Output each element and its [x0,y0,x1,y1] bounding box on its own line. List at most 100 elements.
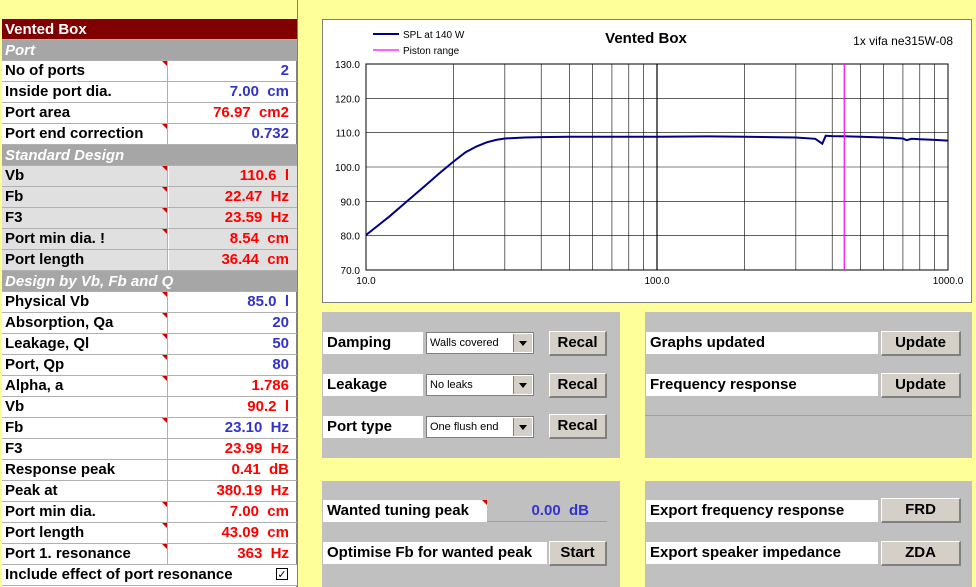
comment-marker [162,61,167,66]
row-label: Absorption, Qa [2,313,168,333]
table-row: Alpha, a 1.786 [2,376,297,397]
row-value[interactable]: 20 [169,313,297,333]
graphs-update-button[interactable]: Update [881,331,961,356]
table-row: Port end correction 0.732 [2,124,297,145]
comment-marker [162,544,167,549]
table-row: Port min dia. ! 8.54 cm [2,229,297,250]
chevron-down-icon[interactable] [513,418,532,436]
header-divider [297,0,298,587]
row-label: Port min dia. ! [2,229,168,249]
section-header: Design by Vb, Fb and Q [2,271,297,292]
row-value[interactable]: 110.6 l [169,166,297,186]
damping-select[interactable]: Walls covered [426,332,534,354]
row-value[interactable]: 0.41 dB [169,460,297,480]
port-resonance-checkbox[interactable]: ✓ [276,568,288,581]
table-title: Vented Box [2,19,297,40]
chevron-down-icon[interactable] [513,334,532,352]
row-label-text: Include effect of port resonance [5,566,233,583]
port-type-recal-button[interactable]: Recal [549,414,607,439]
damping-value: Walls covered [430,337,499,349]
row-value[interactable]: 90.2 l [169,397,297,417]
comment-marker [162,313,167,318]
row-value[interactable]: 23.10 Hz [169,418,297,438]
row-label: Include effect of port resonance [2,565,297,585]
table-row: Port min dia. 7.00 cm [2,502,297,523]
row-label: Physical Vb [2,292,168,312]
row-value[interactable]: 85.0 l [169,292,297,312]
row-label: Inside port dia. [2,82,168,102]
row-value[interactable]: 380.19 Hz [169,481,297,501]
row-value[interactable]: 2 [169,61,297,81]
comment-marker [162,376,167,381]
comment-marker [162,334,167,339]
table-row: Fb 22.47 Hz [2,187,297,208]
table-row: Inside port dia. 7.00 cm [2,82,297,103]
row-value[interactable]: 43.09 cm [169,523,297,543]
table-row: F3 23.99 Hz [2,439,297,460]
damping-label: Damping [323,332,423,354]
row-label: Port end correction [2,124,168,144]
leakage-select[interactable]: No leaks [426,374,534,396]
row-label-text: Vb [5,398,25,415]
row-value[interactable]: 7.00 cm [169,82,297,102]
export-frd-label: Export frequency response [646,500,878,522]
port-type-value: One flush end [430,421,499,433]
section-header: Port [2,40,297,61]
row-value[interactable]: 363 Hz [169,544,297,564]
row-label: Alpha, a [2,376,168,396]
y-tick-label: 130.0 [335,60,360,71]
y-tick-label: 80.0 [341,232,361,243]
row-label-text: Port min dia. [5,503,96,520]
table-row: Port area 76.97 cm2 [2,103,297,124]
zda-button[interactable]: ZDA [881,541,961,566]
x-tick-label: 1000.0 [933,276,964,287]
row-label: Port, Qp [2,355,168,375]
wanted-tuning-field[interactable]: 0.00 dB [487,500,607,522]
row-label-text: Alpha, a [5,377,64,394]
leakage-value: No leaks [430,379,473,391]
table-row: Port length 43.09 cm [2,523,297,544]
frequency-update-button[interactable]: Update [881,373,961,398]
row-label-text: Fb [5,419,24,436]
row-label: Response peak [2,460,168,480]
optimise-fb-label: Optimise Fb for wanted peak [323,542,547,564]
row-label: Port 1. resonance [2,544,168,564]
comment-marker [162,502,167,507]
row-value[interactable]: 7.00 cm [169,502,297,522]
row-value[interactable]: 23.99 Hz [169,439,297,459]
row-value[interactable]: 80 [169,355,297,375]
table-row: Vb 110.6 l [2,166,297,187]
row-value[interactable]: 22.47 Hz [169,187,297,207]
row-value[interactable]: 50 [169,334,297,354]
row-label: Vb [2,166,168,186]
frd-button[interactable]: FRD [881,498,961,523]
row-value[interactable]: 23.59 Hz [169,208,297,228]
row-label-text: Port length [5,524,85,541]
table-row: No of ports 2 [2,61,297,82]
row-label: F3 [2,439,168,459]
row-label-text: Port min dia. ! [5,230,106,247]
table-row: Port 1. resonance 363 Hz [2,544,297,565]
row-value[interactable]: 1.786 [169,376,297,396]
chevron-down-icon[interactable] [513,376,532,394]
row-value[interactable]: 36.44 cm [169,250,297,270]
row-label-text: Leakage, Ql [5,335,90,352]
row-label: Port length [2,250,168,270]
row-value[interactable]: 8.54 cm [169,229,297,249]
row-label: Port min dia. [2,502,168,522]
design-table: Vented Box Port No of ports 2 Inside port di… [2,19,297,587]
row-value[interactable]: 0.732 [169,124,297,144]
damping-recal-button[interactable]: Recal [549,331,607,356]
leakage-recal-button[interactable]: Recal [549,373,607,398]
start-button[interactable]: Start [549,541,607,566]
table-row: Response peak 0.41 dB [2,460,297,481]
row-label: Peak at [2,481,168,501]
y-tick-label: 100.0 [335,163,360,174]
wanted-tuning-label: Wanted tuning peak [323,500,487,522]
row-value[interactable]: 76.97 cm2 [169,103,297,123]
comment-marker [162,292,167,297]
table-row: Port length 36.44 cm [2,250,297,271]
row-label: Fb [2,418,168,438]
table-row: Peak at 380.19 Hz [2,481,297,502]
port-type-select[interactable]: One flush end [426,416,534,438]
